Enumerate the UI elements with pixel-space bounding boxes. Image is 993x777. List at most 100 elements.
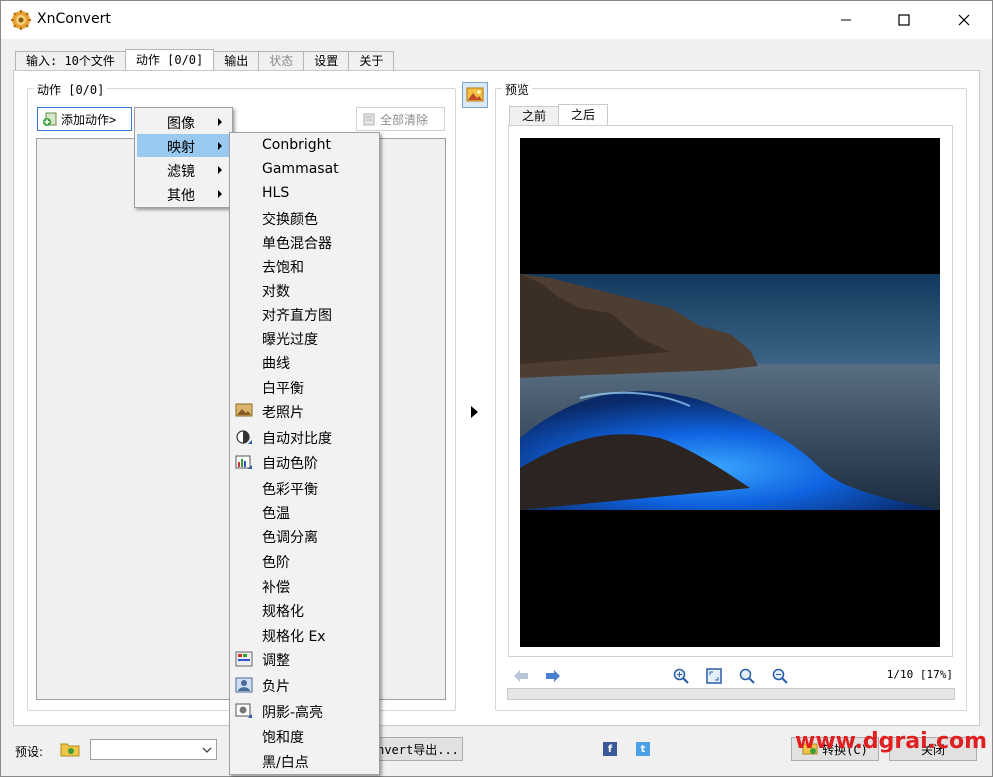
zoom-in-button[interactable]: [672, 667, 690, 685]
submenu-item-label: 曲线: [262, 356, 290, 372]
minimize-icon: [841, 19, 851, 21]
submenu-item[interactable]: 曲线: [232, 351, 377, 374]
submenu-item-label: HLS: [262, 185, 290, 201]
submenu-item-label: 色彩平衡: [262, 482, 318, 498]
arrow-right-icon: [546, 670, 560, 682]
minimize-button[interactable]: [823, 1, 869, 39]
preview-toolbar: 1/10 [17%]: [508, 665, 955, 687]
old-photo-icon: [235, 403, 253, 419]
preview-tabs: 之前 之后: [509, 104, 609, 126]
next-button[interactable]: [544, 667, 562, 685]
menu-item-image[interactable]: 图像: [137, 110, 230, 133]
add-action-button[interactable]: 添加动作>: [37, 107, 132, 131]
submenu-arrow-icon: [218, 118, 222, 126]
submenu-item[interactable]: Conbright: [232, 135, 377, 158]
tab-input[interactable]: 输入: 10个文件: [15, 51, 126, 71]
export-button[interactable]: nvert导出...: [373, 737, 463, 761]
submenu-item[interactable]: Gammasat: [232, 159, 377, 182]
add-action-icon: [43, 112, 57, 126]
tab-about[interactable]: 关于: [348, 51, 395, 71]
tab-status[interactable]: 状态: [258, 51, 305, 71]
maximize-icon: [898, 14, 910, 26]
tab-output[interactable]: 输出: [213, 51, 260, 71]
app-window: XnConvert 输入: 10个文件 动作 [0/0] 输出 状态 设置 关于…: [0, 0, 993, 777]
submenu-item[interactable]: 曝光过度: [232, 327, 377, 350]
export-button-label: nvert导出...: [377, 742, 459, 757]
preview-toggle-button[interactable]: [462, 82, 488, 108]
chevron-down-icon: [202, 747, 212, 753]
submenu-item-label: 色温: [262, 506, 290, 522]
submenu-item[interactable]: 对齐直方图: [232, 303, 377, 326]
facebook-icon[interactable]: f: [603, 742, 617, 756]
menu-item-label: 图像: [167, 116, 195, 132]
submenu-item[interactable]: 色阶: [232, 550, 377, 573]
submenu-item[interactable]: 规格化: [232, 599, 377, 622]
submenu-item[interactable]: 对数: [232, 279, 377, 302]
tab-after[interactable]: 之后: [558, 104, 609, 126]
submenu-item[interactable]: 老照片: [232, 400, 377, 423]
submenu-item-label: 白平衡: [262, 381, 304, 397]
tab-actions[interactable]: 动作 [0/0]: [124, 49, 215, 71]
add-action-label: 添加动作>: [61, 112, 117, 127]
preview-image[interactable]: [520, 138, 940, 647]
zoom-out-icon: [772, 668, 788, 684]
submenu-item-label: 规格化 Ex: [262, 629, 326, 645]
submenu-item-label: 对齐直方图: [262, 308, 332, 324]
menu-item-other[interactable]: 其他: [137, 182, 230, 205]
map-submenu: Conbright Gammasat HLS 交换颜色单色混合器 去饱和 对数对齐直方图曝…: [229, 132, 380, 775]
submenu-item[interactable]: 补偿: [232, 575, 377, 598]
submenu-item[interactable]: 规格化 Ex: [232, 624, 377, 647]
submenu-item-label: Gammasat: [262, 161, 339, 177]
zoom-actual-button[interactable]: [738, 667, 756, 685]
watermark-text: www.dgrai.com: [795, 729, 988, 754]
negative-icon: [235, 677, 253, 693]
submenu-item[interactable]: 调整: [232, 648, 377, 671]
submenu-item[interactable]: 白平衡: [232, 376, 377, 399]
submenu-item[interactable]: 自动色阶: [232, 451, 377, 474]
menu-item-label: 映射: [167, 140, 195, 156]
clear-all-button[interactable]: 全部清除: [356, 107, 445, 131]
preset-combobox[interactable]: [90, 739, 217, 760]
title-bar[interactable]: XnConvert: [1, 1, 992, 39]
open-preset-button[interactable]: [59, 739, 81, 759]
submenu-item-label: 补偿: [262, 580, 290, 596]
twitter-icon[interactable]: t: [636, 742, 650, 756]
adjust-icon: [235, 651, 253, 667]
seascape-image: [520, 274, 940, 510]
preview-group-title: 预览: [502, 81, 533, 98]
magnifier-icon: [739, 668, 755, 684]
submenu-item-label: 调整: [262, 653, 290, 669]
menu-item-filter[interactable]: 滤镜: [137, 158, 230, 181]
submenu-item[interactable]: 自动对比度: [232, 426, 377, 449]
menu-item-map[interactable]: 映射: [137, 134, 230, 157]
submenu-item[interactable]: 负片: [232, 674, 377, 697]
submenu-item-label: 交换颜色: [262, 212, 318, 228]
submenu-item[interactable]: 黑/白点: [232, 750, 377, 773]
submenu-item[interactable]: 色温: [232, 501, 377, 524]
submenu-item[interactable]: 交换颜色: [232, 207, 377, 230]
zoom-out-button[interactable]: [771, 667, 789, 685]
preview-scrollbar[interactable]: [507, 688, 955, 700]
submenu-item[interactable]: 饱和度: [232, 725, 377, 748]
apply-arrow-icon[interactable]: [471, 406, 478, 418]
submenu-item[interactable]: 色彩平衡: [232, 477, 377, 500]
zoom-in-icon: [673, 668, 689, 684]
fit-to-window-button[interactable]: [705, 667, 723, 685]
submenu-item[interactable]: 色调分离: [232, 525, 377, 548]
preview-counter: 1/10 [17%]: [886, 668, 953, 681]
previous-button[interactable]: [512, 667, 530, 685]
menu-item-label: 滤镜: [167, 164, 195, 180]
preview-image-icon: [466, 87, 484, 102]
close-window-button[interactable]: [941, 1, 987, 39]
maximize-button[interactable]: [881, 1, 927, 39]
submenu-item[interactable]: 阴影-高亮: [232, 700, 377, 723]
auto-contrast-icon: [235, 429, 253, 445]
tab-before[interactable]: 之前: [509, 106, 560, 126]
tab-settings[interactable]: 设置: [303, 51, 350, 71]
submenu-item[interactable]: 单色混合器: [232, 231, 377, 254]
submenu-item[interactable]: HLS: [232, 183, 377, 206]
clear-all-icon: [363, 113, 375, 126]
submenu-arrow-icon: [218, 166, 222, 174]
submenu-item[interactable]: 去饱和: [232, 255, 377, 278]
submenu-item-label: 自动对比度: [262, 431, 332, 447]
